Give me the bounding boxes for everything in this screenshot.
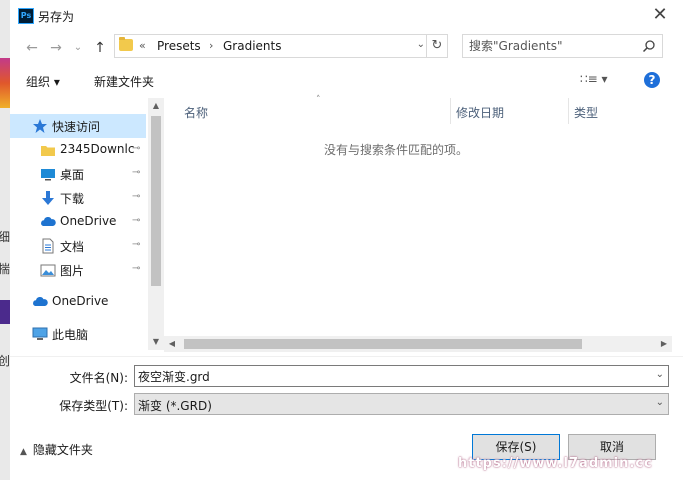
save-as-dialog: Ps 另存为 ✕ ← → ⌄ ↑ « Presets › Gradients ⌄… — [10, 0, 683, 480]
nav-item-2345downloads[interactable]: 2345Downlc ⊸ — [10, 138, 146, 162]
scroll-down-icon[interactable]: ▼ — [148, 334, 164, 350]
hide-folders-toggle[interactable]: ▲ 隐藏文件夹 — [20, 441, 93, 458]
pin-icon[interactable]: ⊸ — [132, 191, 140, 202]
nav-item-label: 2345Downlc — [60, 142, 135, 156]
column-header-label: 类型 — [574, 106, 599, 120]
pictures-icon — [40, 264, 56, 277]
nav-item-onedrive[interactable]: OneDrive — [10, 290, 146, 314]
breadcrumb-presets[interactable]: Presets — [157, 39, 201, 53]
nav-item-label: OneDrive — [52, 294, 109, 308]
breadcrumb-overflow[interactable]: « — [139, 39, 146, 52]
hide-folders-label: 隐藏文件夹 — [32, 443, 93, 457]
nav-item-label: 图片 — [60, 264, 85, 278]
nav-item-label: 此电脑 — [52, 328, 89, 342]
caret-up-icon: ▲ — [20, 447, 27, 457]
nav-item-label: 快速访问 — [52, 120, 101, 134]
filename-input[interactable] — [138, 368, 638, 384]
pin-icon[interactable]: ⊸ — [132, 215, 140, 226]
search-input[interactable] — [469, 38, 639, 54]
up-button[interactable]: ↑ — [90, 38, 110, 58]
refresh-button[interactable]: ↻ — [426, 35, 447, 57]
nav-item-pictures[interactable]: 图片 ⊸ — [10, 258, 146, 282]
organize-button[interactable]: 组织 ▾ — [26, 73, 60, 90]
close-button[interactable]: ✕ — [637, 0, 683, 32]
forward-button[interactable]: → — [46, 38, 66, 58]
folder-icon — [41, 146, 55, 156]
filetype-label: 保存类型(T): — [59, 399, 128, 413]
nav-item-desktop[interactable]: 桌面 ⊸ — [10, 162, 146, 186]
search-box[interactable] — [462, 34, 663, 58]
scroll-right-icon[interactable]: ▶ — [656, 336, 672, 352]
nav-item-label: 桌面 — [60, 168, 85, 182]
file-list[interactable]: ˄ 名称 修改日期 类型 没有与搜索条件匹配的项。 — [164, 95, 672, 350]
column-header-label: 修改日期 — [456, 106, 505, 120]
column-header-label: 名称 — [184, 106, 209, 120]
pin-icon[interactable]: ⊸ — [132, 263, 140, 274]
desktop-icon — [41, 169, 55, 181]
nav-item-onedrive-quick[interactable]: OneDrive ⊸ — [10, 210, 146, 234]
column-header-date-modified[interactable]: 修改日期 — [448, 98, 568, 124]
chevron-down-icon[interactable]: ⌄ — [656, 369, 664, 380]
address-dropdown-icon[interactable]: ⌄ — [417, 39, 425, 50]
file-list-scrollbar[interactable]: ◀ ▶ — [164, 336, 672, 352]
nav-item-quick-access[interactable]: 快速访问 — [10, 114, 146, 138]
breadcrumb-separator[interactable]: › — [209, 39, 213, 52]
scroll-left-icon[interactable]: ◀ — [164, 336, 180, 352]
document-icon — [42, 238, 54, 254]
help-icon[interactable]: ? — [644, 72, 660, 88]
column-header-type[interactable]: 类型 — [566, 98, 666, 124]
photoshop-icon: Ps — [18, 8, 34, 24]
pin-icon[interactable]: ⊸ — [132, 239, 140, 250]
nav-item-downloads[interactable]: 下载 ⊸ — [10, 186, 146, 210]
view-options-icon[interactable]: ∷≡ ▾ — [580, 72, 620, 90]
onedrive-icon — [41, 216, 56, 226]
filetype-select[interactable]: 渐变 (*.GRD) ⌄ — [134, 393, 669, 415]
divider — [10, 356, 683, 357]
nav-item-this-pc[interactable]: 此电脑 — [10, 322, 146, 346]
filename-combobox[interactable]: ⌄ — [134, 365, 669, 387]
filetype-value: 渐变 (*.GRD) — [138, 399, 212, 413]
nav-item-label: 下载 — [60, 192, 85, 206]
background-char: 细 — [0, 230, 11, 244]
new-folder-button[interactable]: 新建文件夹 — [94, 73, 154, 90]
dialog-title: 另存为 — [38, 10, 75, 24]
nav-item-label: OneDrive — [60, 214, 117, 228]
command-toolbar: 组织 ▾ 新建文件夹 ∷≡ ▾ ? — [10, 66, 683, 96]
title-bar: Ps 另存为 ✕ — [10, 0, 683, 32]
search-icon — [642, 40, 655, 53]
sort-ascending-icon: ˄ — [316, 95, 321, 105]
background-char: 创 — [0, 354, 11, 368]
background-color-swatch — [0, 300, 10, 324]
address-bar[interactable]: « Presets › Gradients ⌄ ↻ — [114, 34, 448, 58]
scrollbar-thumb[interactable] — [184, 339, 582, 349]
background-app: 细 揣 创 — [0, 0, 10, 480]
empty-folder-message: 没有与搜索条件匹配的项。 — [323, 143, 468, 157]
scroll-up-icon[interactable]: ▲ — [148, 98, 164, 114]
column-header-name[interactable]: ˄ 名称 — [176, 95, 450, 124]
recent-locations-button[interactable]: ⌄ — [68, 38, 88, 58]
nav-item-documents[interactable]: 文档 ⊸ — [10, 234, 146, 258]
onedrive-icon — [33, 296, 48, 306]
download-icon — [42, 191, 54, 205]
pin-icon[interactable]: ⊸ — [132, 143, 140, 154]
star-icon — [33, 119, 47, 133]
navigation-pane: 快速访问 2345Downlc ⊸ 桌面 ⊸ 下载 ⊸ OneDrive ⊸ 文… — [10, 98, 162, 350]
chevron-down-icon[interactable]: ⌄ — [656, 397, 664, 408]
scrollbar-thumb[interactable] — [151, 116, 161, 286]
watermark: https://www.l7admin.cc — [458, 456, 653, 471]
folder-icon — [119, 37, 133, 51]
navigation-pane-scrollbar[interactable]: ▲ ▼ — [148, 98, 164, 350]
computer-icon — [32, 327, 48, 340]
breadcrumb-gradients[interactable]: Gradients — [223, 39, 281, 53]
pin-icon[interactable]: ⊸ — [132, 167, 140, 178]
background-gradient-swatch — [0, 58, 10, 108]
nav-item-label: 文档 — [60, 240, 85, 254]
filename-label: 文件名(N): — [69, 371, 128, 385]
back-button[interactable]: ← — [22, 38, 42, 58]
background-char: 揣 — [0, 262, 11, 276]
